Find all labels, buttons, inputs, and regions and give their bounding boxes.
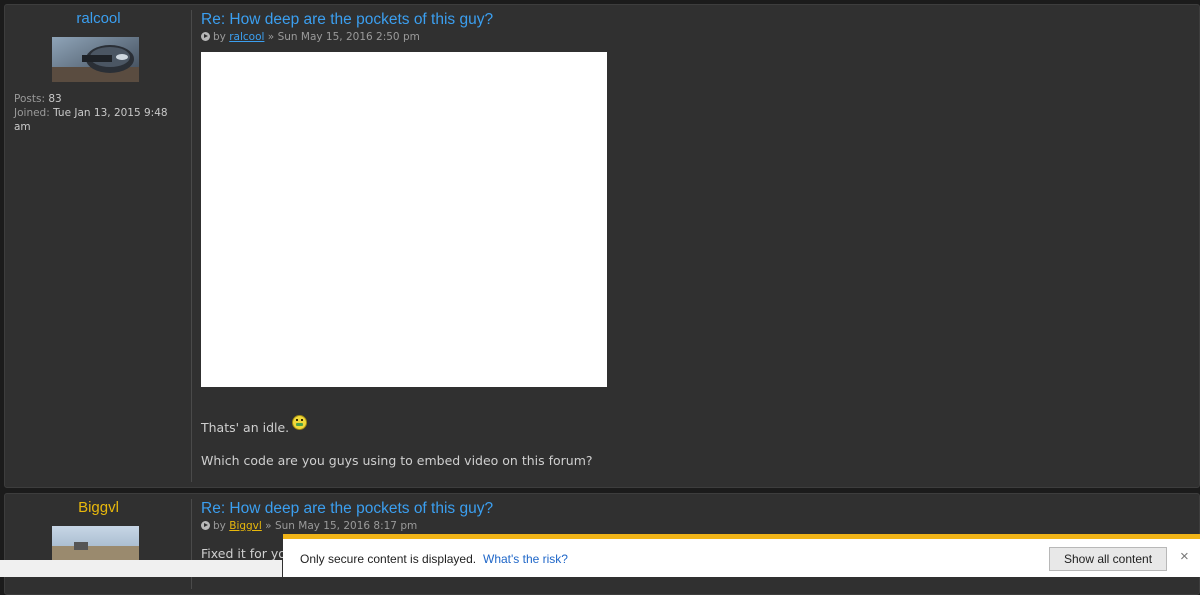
post-body: Re: How deep are the pockets of this guy… [201,5,1191,487]
post-title-link[interactable]: Re: How deep are the pockets of this guy… [201,11,493,29]
post-profile: Biggvl [5,494,192,594]
post-date: Sun May 15, 2016 2:50 pm [277,31,420,43]
date-separator: » [265,520,272,532]
username-link[interactable]: Biggvl [5,499,192,516]
post-text-line: Fixed it for yo [201,546,286,561]
browser-status-strip [0,560,282,577]
post-text: Thats' an idle. [201,420,290,435]
joined-label: Joined: [14,107,50,119]
post-meta: by ralcool » Sun May 15, 2016 2:50 pm [201,31,420,43]
security-info-bar: Only secure content is displayed. What's… [283,534,1200,577]
post-link-icon[interactable] [201,521,210,530]
meta-by-label: by [213,31,226,43]
author-link[interactable]: Biggvl [229,520,262,532]
whats-the-risk-link[interactable]: What's the risk? [483,552,568,566]
post-text-line: Thats' an idle. [201,415,308,435]
date-separator: » [267,31,275,43]
close-icon[interactable]: × [1180,548,1189,565]
post-profile: ralcool Posts: 83 Joined: Tue Jan 13, 20… [5,5,192,487]
posts-label: Posts: [14,93,45,105]
embedded-video-placeholder[interactable] [201,52,607,387]
post-date: Sun May 15, 2016 8:17 pm [274,520,418,532]
user-stats: Posts: 83 Joined: Tue Jan 13, 2015 9:48 … [14,92,186,134]
post-title-link[interactable]: Re: How deep are the pockets of this guy… [201,500,493,518]
show-all-content-button[interactable]: Show all content [1049,547,1167,571]
username-link[interactable]: ralcool [5,10,192,27]
post: ralcool Posts: 83 Joined: Tue Jan 13, 20… [4,4,1200,488]
posts-count: 83 [48,93,62,105]
column-divider [191,10,192,482]
avatar[interactable] [52,37,139,82]
infobar-message: Only secure content is displayed. [300,552,477,566]
post-meta: by Biggvl » Sun May 15, 2016 8:17 pm [201,520,417,532]
post-link-icon[interactable] [201,32,210,41]
meta-by-label: by [213,520,226,532]
author-link[interactable]: ralcool [229,31,264,43]
post-text-line: Which code are you guys using to embed v… [201,453,593,468]
sick-smiley-icon [292,415,308,430]
